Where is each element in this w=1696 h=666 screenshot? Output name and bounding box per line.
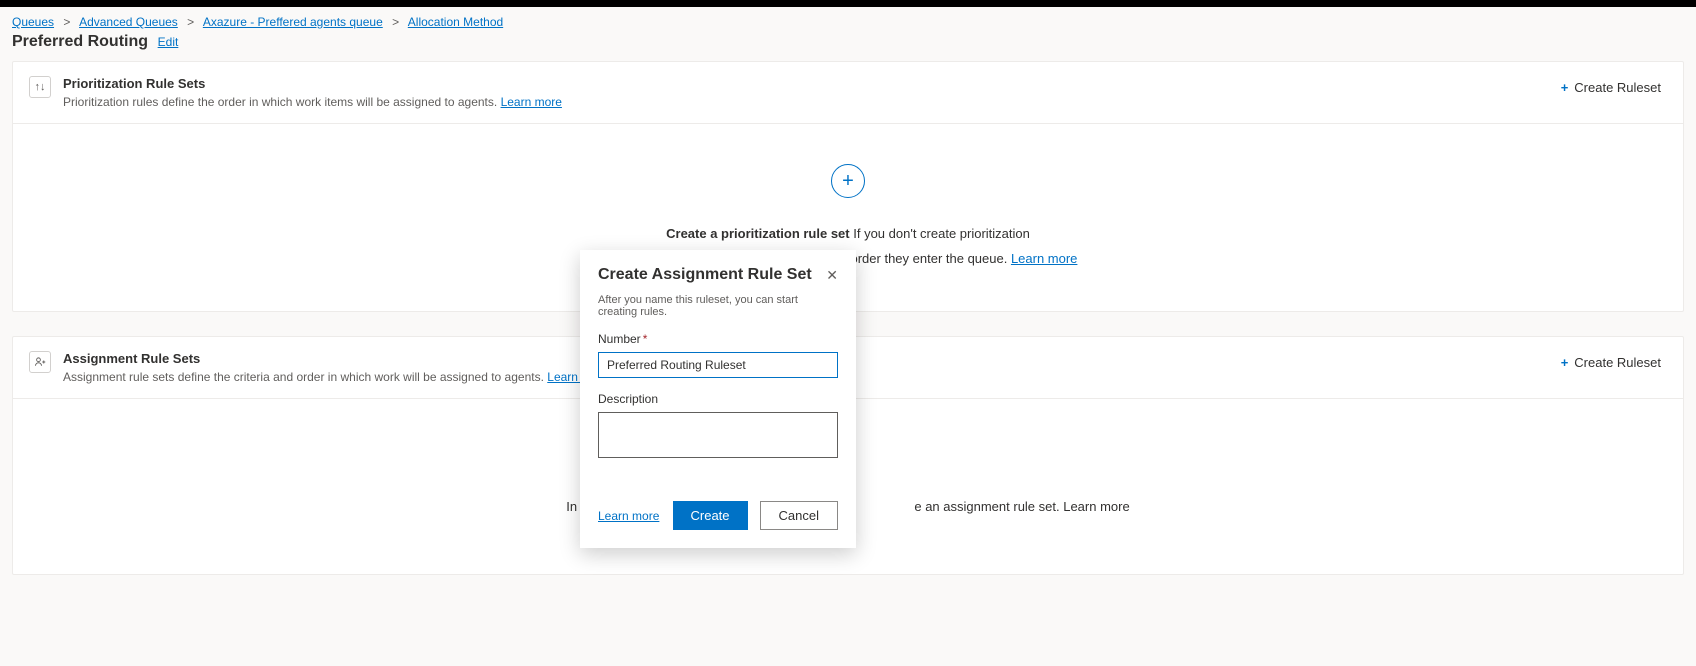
prioritization-body-learn-more[interactable]: Learn more — [1011, 251, 1077, 266]
prioritization-learn-more[interactable]: Learn more — [501, 95, 562, 109]
edit-link[interactable]: Edit — [158, 35, 179, 49]
modal-subtitle: After you name this ruleset, you can sta… — [598, 294, 838, 318]
modal-learn-more[interactable]: Learn more — [598, 509, 659, 523]
chevron-right-icon: > — [63, 15, 70, 29]
description-input[interactable] — [598, 412, 838, 458]
top-black-bar — [0, 0, 1696, 7]
plus-icon: + — [1561, 80, 1569, 95]
breadcrumb-axazure-queue[interactable]: Axazure - Preffered agents queue — [203, 15, 383, 29]
add-prioritization-ruleset-icon[interactable]: + — [831, 164, 865, 198]
prioritization-body-bold: Create a prioritization rule set — [666, 226, 850, 241]
modal-title: Create Assignment Rule Set — [598, 266, 812, 284]
create-prioritization-ruleset-button[interactable]: + Create Ruleset — [1555, 76, 1667, 99]
assignment-title: Assignment Rule Sets — [63, 351, 609, 366]
sort-icon: ↑↓ — [29, 76, 51, 98]
assignment-subtitle-text: Assignment rule sets define the criteria… — [63, 370, 544, 384]
prioritization-title: Prioritization Rule Sets — [63, 76, 562, 91]
prioritization-subtitle: Prioritization rules define the order in… — [63, 95, 562, 109]
create-ruleset-label: Create Ruleset — [1574, 80, 1661, 95]
prioritization-subtitle-text: Prioritization rules define the order in… — [63, 95, 497, 109]
page-title-row: Preferred Routing Edit — [0, 33, 1696, 61]
breadcrumb-queues[interactable]: Queues — [12, 15, 54, 29]
prioritization-body-text1: If you don't create prioritization — [850, 226, 1030, 241]
page-title: Preferred Routing — [12, 33, 148, 51]
assignment-body-right: e an assignment rule set. — [914, 499, 1063, 514]
plus-icon: + — [1561, 355, 1569, 370]
breadcrumb-allocation-method[interactable]: Allocation Method — [408, 15, 503, 29]
person-icon — [29, 351, 51, 373]
assignment-body-learn-more[interactable]: Learn more — [1063, 499, 1129, 514]
description-label: Description — [598, 392, 838, 406]
create-button[interactable]: Create — [673, 501, 748, 530]
chevron-right-icon: > — [187, 15, 194, 29]
chevron-right-icon: > — [392, 15, 399, 29]
create-assignment-modal: Create Assignment Rule Set ✕ After you n… — [580, 250, 856, 548]
create-assignment-ruleset-button[interactable]: + Create Ruleset — [1555, 351, 1667, 374]
number-input[interactable] — [598, 352, 838, 378]
prioritization-header: ↑↓ Prioritization Rule Sets Prioritizati… — [13, 62, 1683, 124]
cancel-button[interactable]: Cancel — [760, 501, 838, 530]
number-label: Number* — [598, 332, 838, 346]
breadcrumb-advanced-queues[interactable]: Advanced Queues — [79, 15, 178, 29]
close-icon[interactable]: ✕ — [826, 268, 838, 282]
create-ruleset-label: Create Ruleset — [1574, 355, 1661, 370]
breadcrumb: Queues > Advanced Queues > Axazure - Pre… — [0, 7, 1696, 33]
assignment-subtitle: Assignment rule sets define the criteria… — [63, 370, 609, 384]
